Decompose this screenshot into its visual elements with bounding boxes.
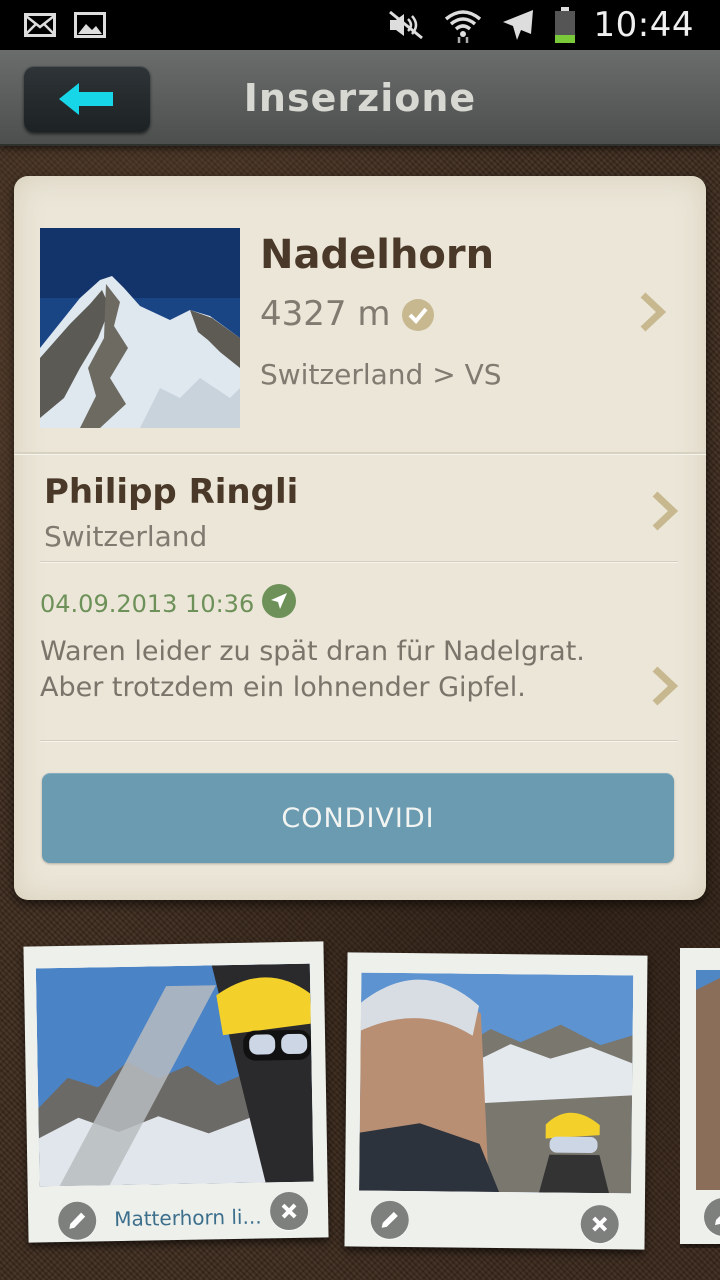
check-circle-icon <box>402 299 434 331</box>
edit-photo-button[interactable] <box>704 1198 720 1236</box>
user-name: Philipp Ringli <box>44 472 299 512</box>
peak-location: Switzerland > VS <box>260 358 502 391</box>
chevron-right-icon <box>640 292 666 332</box>
delete-photo-button[interactable] <box>269 1191 309 1231</box>
photo-card-partial-wrapper <box>680 948 720 1248</box>
status-bar: 10:44 <box>0 0 720 50</box>
pencil-icon <box>381 1211 398 1228</box>
peak-photo <box>40 228 240 428</box>
close-icon <box>281 1203 297 1219</box>
close-icon <box>592 1216 608 1232</box>
arrow-left-icon <box>59 83 113 115</box>
mute-icon <box>388 10 423 40</box>
pencil-icon <box>715 1216 720 1225</box>
post-text-line: Waren leider zu spät dran für Nadelgrat. <box>40 636 585 667</box>
chevron-right-icon <box>652 491 678 531</box>
peak-height: 4327 m <box>260 294 391 334</box>
peak-name: Nadelhorn <box>260 232 495 278</box>
post-datetime: 04.09.2013 10:36 <box>40 590 255 618</box>
entry-card: Nadelhorn 4327 m Switzerland > VS Philip… <box>14 176 706 900</box>
status-bar-right: 10:44 <box>386 5 694 45</box>
app-header: Inserzione <box>0 50 720 146</box>
delete-photo-button[interactable] <box>580 1204 619 1244</box>
edit-photo-button[interactable] <box>370 1200 409 1240</box>
peak-row[interactable]: Nadelhorn 4327 m Switzerland > VS <box>14 176 706 454</box>
wifi-icon <box>444 10 481 43</box>
location-arrow-icon <box>262 584 296 618</box>
mail-icon <box>24 13 56 37</box>
clock: 10:44 <box>593 5 694 45</box>
divider <box>40 561 678 563</box>
photo-image <box>35 963 314 1187</box>
airplane-icon <box>502 10 533 40</box>
post-text: Waren leider zu spät dran für Nadelgrat.… <box>40 634 640 706</box>
post-text-line: Aber trotzdem ein lohnender Gipfel. <box>40 672 526 703</box>
battery-icon <box>554 7 575 43</box>
pencil-icon <box>69 1212 86 1229</box>
photo-caption: Matterhorn li... <box>113 1204 262 1232</box>
share-button[interactable]: CONDIVIDI <box>42 773 674 863</box>
photo-image <box>359 972 634 1194</box>
user-country: Switzerland <box>44 520 208 553</box>
status-bar-left <box>24 12 106 38</box>
photo-card[interactable] <box>344 952 648 1250</box>
divider <box>40 740 678 742</box>
photo-image <box>696 970 720 1190</box>
back-button[interactable] <box>24 66 150 132</box>
edit-photo-button[interactable] <box>57 1201 97 1241</box>
photo-card[interactable] <box>680 948 720 1244</box>
photo-card[interactable]: Matterhorn li... <box>23 941 329 1243</box>
chevron-right-icon <box>652 666 678 706</box>
image-icon <box>74 12 106 38</box>
